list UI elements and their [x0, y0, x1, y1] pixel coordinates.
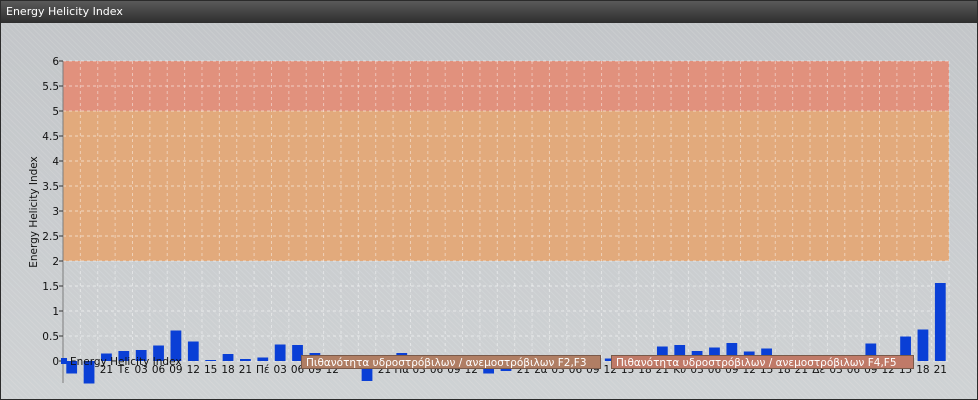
y-tick-label: 0: [52, 356, 59, 368]
x-tick-label: 15: [204, 364, 217, 376]
x-tick-label: 18: [916, 364, 929, 376]
x-tick-label: 18: [221, 364, 234, 376]
y-tick-label: 5.5: [42, 81, 59, 93]
y-tick-label: 3.5: [42, 181, 59, 193]
y-axis: 0 0.5 1 1.5 2 2.5 3 3.5 4 4.5 5 5.5 6: [42, 56, 64, 383]
legend-band-f4f5[interactable]: Πιθανότητα υδροστρόβιλων / ανεμοστρόβιλω…: [611, 355, 914, 369]
legend-series[interactable]: Energy Helicity Index: [61, 355, 182, 369]
x-tick-label: 21: [934, 364, 947, 376]
bar: [917, 329, 929, 361]
y-tick-label: 4: [52, 156, 59, 168]
x-tick-label: Πέ: [256, 364, 270, 376]
legend-series-label: Energy Helicity Index: [70, 356, 182, 368]
bar: [240, 359, 251, 361]
legend-band-f2f3[interactable]: Πιθανότητα υδροστρόβιλων / ανεμοστρόβιλω…: [301, 355, 601, 369]
bar: [222, 354, 234, 361]
x-tick-label: 03: [273, 364, 286, 376]
bar: [934, 283, 946, 361]
bar: [187, 341, 199, 361]
y-tick-label: 6: [52, 56, 59, 68]
y-axis-label: Energy Helicity Index: [28, 156, 40, 268]
chart-window: Energy Helicity Index 0 0.5 1 1.5 2 2.5 3 3.5 4 4…: [0, 0, 978, 400]
y-tick-label: 4.5: [42, 131, 59, 143]
energy-helicity-chart: 00.511.522.533.544.555.56 21 Τε 03 06 09 12 15…: [28, 56, 950, 384]
bar: [274, 344, 286, 361]
y-tick-label: 1.5: [42, 281, 59, 293]
y-tick-label: 0.5: [42, 331, 59, 343]
y-tick-label: 2: [52, 256, 59, 268]
y-tick-label: 3: [52, 206, 59, 218]
x-tick-label: 21: [239, 364, 252, 376]
y-tick-label: 2.5: [42, 231, 59, 243]
y-tick-label: 5: [52, 106, 59, 118]
legend-swatch: [61, 358, 67, 364]
bar: [205, 360, 217, 361]
x-tick-label: 12: [187, 364, 200, 376]
bar: [257, 357, 269, 361]
y-tick-label: 1: [52, 306, 59, 318]
